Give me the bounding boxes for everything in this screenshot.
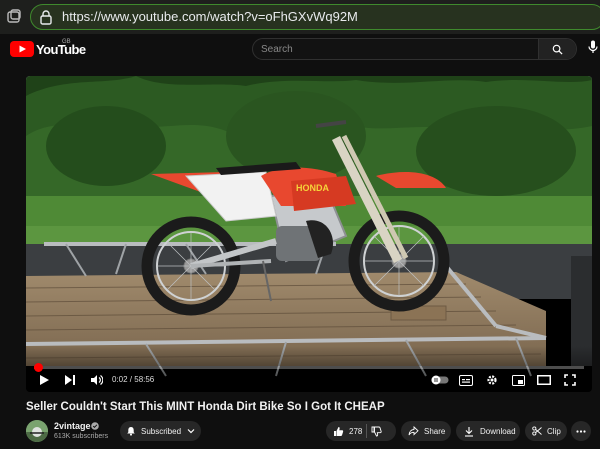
more-actions-button[interactable] <box>571 421 591 441</box>
dislike-button[interactable] <box>371 426 382 437</box>
microphone-icon[interactable] <box>588 40 598 54</box>
like-dislike-group: 278 <box>326 421 396 441</box>
play-button[interactable] <box>36 372 52 388</box>
time-display: 0:02 / 58:56 <box>112 375 155 384</box>
bell-icon <box>127 427 135 436</box>
region-code: GB <box>62 39 71 45</box>
share-button[interactable]: Share <box>401 421 451 441</box>
clip-label: Clip <box>547 426 561 436</box>
scissors-icon <box>532 426 542 436</box>
miniplayer-button[interactable] <box>510 372 526 388</box>
theater-mode-icon <box>537 375 551 385</box>
video-player[interactable]: HONDA 0:02 / 58:56 <box>26 76 592 392</box>
play-icon <box>40 375 49 385</box>
lock-icon[interactable] <box>39 9 53 25</box>
subtitles-icon <box>459 374 473 386</box>
youtube-play-logo-icon <box>10 41 34 57</box>
settings-button[interactable] <box>484 372 500 388</box>
gear-icon <box>487 375 497 385</box>
search-box[interactable] <box>252 38 577 60</box>
video-frame[interactable]: HONDA <box>26 76 592 392</box>
volume-button[interactable] <box>88 372 104 388</box>
fullscreen-button[interactable] <box>562 372 578 388</box>
search-button[interactable] <box>538 39 576 59</box>
progress-scrubber[interactable] <box>34 363 43 372</box>
subscriber-count: 613K subscribers <box>54 433 109 440</box>
skip-next-icon <box>65 375 75 385</box>
bike-honda-decal: HONDA <box>296 183 329 193</box>
chevron-down-icon <box>187 429 195 434</box>
avatar-image <box>26 420 48 442</box>
share-icon <box>408 426 419 436</box>
like-divider <box>366 424 368 438</box>
video-title: Seller Couldn't Start This MINT Honda Di… <box>26 401 385 413</box>
volume-icon <box>90 375 103 385</box>
channel-name[interactable]: 2vintage <box>54 421 91 431</box>
download-icon <box>465 426 473 437</box>
share-label: Share <box>424 426 446 436</box>
theater-mode-button[interactable] <box>536 372 552 388</box>
autoplay-toggle-icon <box>431 375 449 385</box>
download-button[interactable]: Download <box>456 421 520 441</box>
thumbs-down-icon <box>371 426 382 436</box>
youtube-logo[interactable]: YouTube <box>10 40 86 58</box>
verified-check-icon <box>91 422 99 430</box>
progress-bar[interactable] <box>34 363 584 372</box>
youtube-header: YouTube GB <box>0 34 600 64</box>
search-input[interactable] <box>253 39 533 59</box>
clip-button[interactable]: Clip <box>525 421 567 441</box>
download-label: Download <box>480 426 516 436</box>
subscribed-button[interactable]: Subscribed <box>120 421 201 441</box>
tab-actions-icon[interactable] <box>6 9 22 25</box>
miniplayer-icon <box>511 374 525 386</box>
search-icon <box>552 44 563 55</box>
youtube-wordmark: YouTube <box>36 41 86 57</box>
next-button[interactable] <box>62 372 78 388</box>
autoplay-toggle[interactable] <box>430 372 450 388</box>
url-text[interactable]: https://www.youtube.com/watch?v=oFhGXvWq… <box>62 9 358 24</box>
controls-overlay <box>26 346 592 392</box>
channel-avatar[interactable] <box>26 420 48 442</box>
subscribed-label: Subscribed <box>141 426 182 436</box>
like-button[interactable]: 278 <box>326 426 362 437</box>
browser-toolbar: https://www.youtube.com/watch?v=oFhGXvWq… <box>0 0 600 34</box>
like-count: 278 <box>349 426 363 436</box>
subtitles-button[interactable] <box>458 372 474 388</box>
fullscreen-icon <box>564 374 576 386</box>
thumbs-up-icon <box>334 426 344 436</box>
more-horizontal-icon <box>576 429 586 433</box>
address-bar[interactable]: https://www.youtube.com/watch?v=oFhGXvWq… <box>30 4 600 30</box>
